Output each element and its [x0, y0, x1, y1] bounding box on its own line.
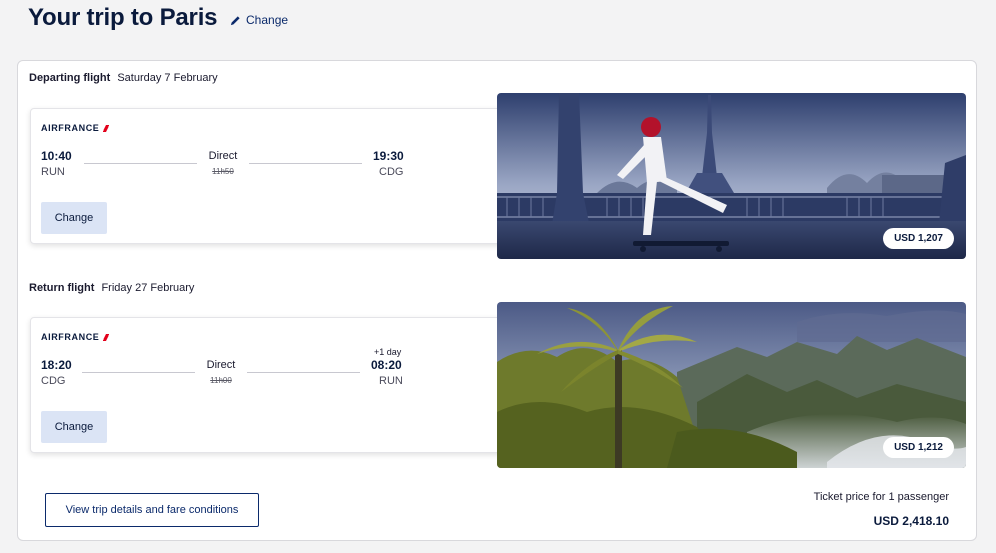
ticket-price-label: Ticket price for 1 passenger: [813, 491, 949, 503]
return-flight-card: AIRFRANCE 18:20 CDG Direct 11h00 +1 day …: [30, 317, 502, 453]
stops-label: Direct: [208, 150, 238, 162]
stops-label: Direct: [206, 359, 236, 371]
ticket-total-price: USD 2,418.10: [873, 514, 949, 528]
airline-name: AIRFRANCE: [41, 332, 100, 342]
route-line-left: [82, 372, 195, 373]
airline-logo: AIRFRANCE: [41, 332, 111, 342]
change-trip-link[interactable]: Change: [230, 13, 288, 27]
return-flight-label: Return flight: [29, 282, 95, 294]
route-line-right: [247, 372, 360, 373]
departure-airport: CDG: [41, 375, 66, 387]
departing-flight-date: Saturday 7 February: [117, 72, 218, 84]
change-departing-button[interactable]: Change: [41, 202, 107, 234]
pencil-icon: [230, 15, 240, 25]
day-offset-label: +1 day: [374, 347, 402, 357]
change-trip-label: Change: [246, 13, 289, 27]
page-title: Your trip to Paris: [28, 4, 218, 31]
reunion-photo: USD 1,212: [497, 302, 966, 468]
arrival-airport: RUN: [379, 375, 403, 387]
departure-time: 18:20: [41, 358, 72, 372]
departure-time: 10:40: [41, 149, 72, 163]
airline-logo: AIRFRANCE: [41, 123, 111, 133]
paris-photo: USD 1,207: [497, 93, 966, 259]
departing-price-badge: USD 1,207: [883, 228, 954, 249]
arrival-airport: CDG: [379, 166, 404, 178]
arrival-time: 08:20: [371, 358, 402, 372]
flight-duration: 11h50: [212, 167, 234, 176]
route-line-right: [249, 163, 362, 164]
route-line-left: [84, 163, 197, 164]
departing-flight-heading: Departing flight Saturday 7 February: [29, 72, 218, 84]
return-flight-heading: Return flight Friday 27 February: [29, 282, 194, 294]
airline-stripe-icon: [102, 124, 111, 132]
trip-panel: Departing flight Saturday 7 February AIR…: [17, 60, 977, 541]
arrival-time: 19:30: [373, 149, 404, 163]
departing-flight-label: Departing flight: [29, 72, 111, 84]
airline-name: AIRFRANCE: [41, 123, 100, 133]
departure-airport: RUN: [41, 166, 65, 178]
view-trip-details-button[interactable]: View trip details and fare conditions: [45, 493, 259, 527]
airline-stripe-icon: [102, 333, 111, 341]
departing-flight-card: AIRFRANCE 10:40 RUN Direct 11h50 19:30 C…: [30, 108, 502, 244]
flight-duration: 11h00: [210, 376, 232, 385]
return-price-badge: USD 1,212: [883, 437, 954, 458]
return-flight-date: Friday 27 February: [101, 282, 195, 294]
change-return-button[interactable]: Change: [41, 411, 107, 443]
